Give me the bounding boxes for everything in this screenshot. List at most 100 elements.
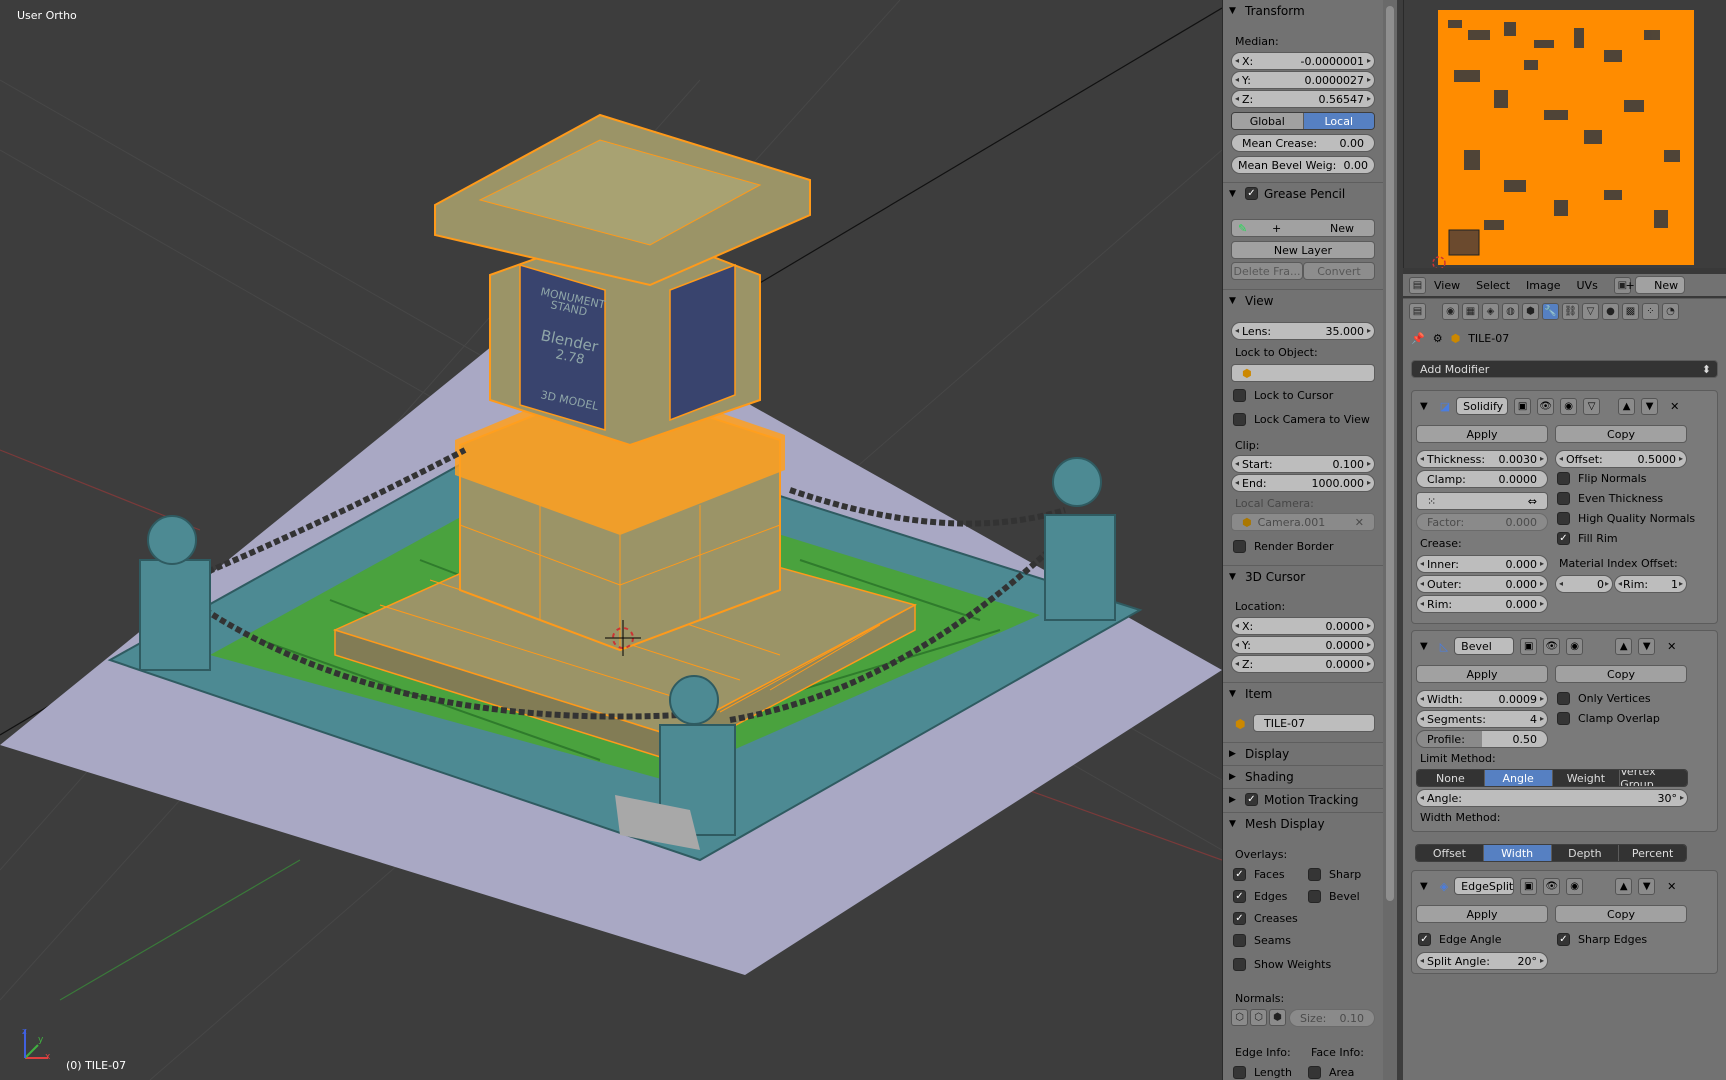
- uv-menu-uvs[interactable]: UVs: [1577, 279, 1598, 292]
- render-layers-tab-icon[interactable]: ▦: [1462, 303, 1479, 320]
- seams-checkbox[interactable]: Seams: [1233, 934, 1291, 947]
- lock-object-field[interactable]: ⬢: [1231, 364, 1375, 382]
- render-icon[interactable]: ◉: [1560, 397, 1578, 415]
- clear-icon[interactable]: ✕: [1355, 516, 1364, 529]
- faces-checkbox[interactable]: ✓ Faces: [1233, 868, 1285, 881]
- vertex-group-field[interactable]: ⁙ ⇔: [1416, 492, 1548, 510]
- texture-tab-icon[interactable]: ▩: [1622, 303, 1639, 320]
- n-panel-scrollbar[interactable]: [1383, 0, 1397, 1080]
- uv-menu-select[interactable]: Select: [1476, 279, 1510, 292]
- item-header[interactable]: ▼ Item: [1223, 682, 1385, 704]
- cursor-y-field[interactable]: ◂ Y: 0.0000 ▸: [1231, 636, 1375, 654]
- edit-mode-icon[interactable]: ▣: [1514, 397, 1532, 415]
- remove-modifier-icon[interactable]: ✕: [1667, 880, 1676, 893]
- render-icon[interactable]: ◉: [1566, 877, 1584, 895]
- limit-weight-button[interactable]: Weight: [1552, 770, 1621, 786]
- uv-map-preview[interactable]: [1404, 0, 1726, 270]
- creases-checkbox[interactable]: ✓ Creases: [1233, 912, 1298, 925]
- profile-slider[interactable]: Profile: 0.50: [1416, 730, 1548, 748]
- edges-checkbox[interactable]: ✓ Edges: [1233, 890, 1287, 903]
- transform-header[interactable]: ▼ Transform: [1223, 0, 1385, 22]
- segments-field[interactable]: ◂ Segments: 4 ▸: [1416, 710, 1548, 728]
- lock-camera-checkbox[interactable]: Lock Camera to View: [1233, 413, 1370, 426]
- clip-end-field[interactable]: ◂ End: 1000.000 ▸: [1231, 474, 1375, 492]
- physics-tab-icon[interactable]: ◔: [1662, 303, 1679, 320]
- object-tab-icon[interactable]: ⬢: [1522, 303, 1539, 320]
- delete-frame-button[interactable]: Delete Fra...: [1231, 262, 1303, 280]
- bevel-copy-button[interactable]: Copy: [1555, 665, 1687, 683]
- width-method-selector[interactable]: Offset Width Depth Percent: [1415, 844, 1687, 862]
- global-local-toggle[interactable]: Global Local: [1231, 112, 1375, 130]
- render-border-checkbox[interactable]: Render Border: [1233, 540, 1334, 553]
- grease-pencil-checkbox[interactable]: ✓: [1245, 187, 1258, 200]
- uv-menu-image[interactable]: Image: [1526, 279, 1560, 292]
- normals-size-field[interactable]: Size: 0.10: [1289, 1009, 1375, 1027]
- new-layer-button[interactable]: New Layer: [1231, 241, 1375, 259]
- material-tab-icon[interactable]: ●: [1602, 303, 1619, 320]
- show-weights-checkbox[interactable]: Show Weights: [1233, 958, 1331, 971]
- sharp-edges-checkbox[interactable]: ✓ Sharp Edges: [1557, 933, 1647, 946]
- mean-bevel-field[interactable]: Mean Bevel Weig: 0.00: [1231, 156, 1375, 174]
- grease-pencil-new-button[interactable]: ✎ + New: [1231, 219, 1375, 237]
- view-header[interactable]: ▼ View: [1223, 289, 1385, 311]
- move-up-icon[interactable]: ▲: [1615, 877, 1633, 895]
- move-up-icon[interactable]: ▲: [1615, 637, 1633, 655]
- local-button[interactable]: Local: [1303, 113, 1374, 129]
- limit-angle-button[interactable]: Angle: [1484, 770, 1553, 786]
- flip-normals-checkbox[interactable]: Flip Normals: [1557, 472, 1646, 485]
- factor-field[interactable]: Factor: 0.000: [1416, 513, 1548, 531]
- display-header[interactable]: ▶ Display: [1223, 742, 1385, 764]
- rim-crease-field[interactable]: ◂ Rim: 0.000 ▸: [1416, 595, 1548, 613]
- item-name-field[interactable]: TILE-07: [1253, 714, 1375, 732]
- local-camera-field[interactable]: ⬢ Camera.001 ✕: [1231, 513, 1375, 531]
- scene-render[interactable]: MONUMENT STAND Blender 2.78 3D MODEL: [0, 0, 1222, 1080]
- editor-type-icon[interactable]: ▤: [1409, 303, 1426, 320]
- pin-icon[interactable]: 📌: [1411, 332, 1425, 345]
- area-checkbox[interactable]: Area: [1308, 1066, 1354, 1079]
- particles-tab-icon[interactable]: ⁘: [1642, 303, 1659, 320]
- material-offset-field[interactable]: ◂ 0 ▸: [1555, 575, 1613, 593]
- render-icon[interactable]: ◉: [1566, 637, 1584, 655]
- inner-crease-field[interactable]: ◂ Inner: 0.000 ▸: [1416, 555, 1548, 573]
- add-modifier-dropdown[interactable]: Add Modifier ⬍: [1411, 360, 1718, 378]
- uv-new-image-button[interactable]: + New: [1625, 276, 1685, 294]
- move-up-icon[interactable]: ▲: [1618, 397, 1636, 415]
- bevel-angle-field[interactable]: ◂ Angle: 30° ▸: [1416, 789, 1688, 807]
- grease-pencil-header[interactable]: ▼ ✓ Grease Pencil: [1223, 182, 1385, 204]
- editor-type-icon[interactable]: ▤: [1409, 276, 1426, 294]
- edit-mode-icon[interactable]: ▣: [1520, 637, 1538, 655]
- constraints-tab-icon[interactable]: ⛓: [1562, 303, 1579, 320]
- move-down-icon[interactable]: ▼: [1638, 637, 1656, 655]
- mean-crease-field[interactable]: Mean Crease: 0.00: [1231, 134, 1375, 152]
- bevel-checkbox[interactable]: Bevel: [1308, 890, 1360, 903]
- width-percent-button[interactable]: Percent: [1619, 845, 1686, 861]
- remove-modifier-icon[interactable]: ✕: [1670, 400, 1679, 413]
- width-depth-button[interactable]: Depth: [1551, 845, 1620, 861]
- rim-material-field[interactable]: ◂ Rim: 1 ▸: [1614, 575, 1687, 593]
- median-x-field[interactable]: ◂ X: -0.0000001 ▸: [1231, 52, 1375, 70]
- lock-to-cursor-checkbox[interactable]: Lock to Cursor: [1233, 389, 1333, 402]
- convert-button[interactable]: Convert: [1303, 262, 1375, 280]
- median-z-field[interactable]: ◂ Z: 0.56547 ▸: [1231, 90, 1375, 108]
- clip-start-field[interactable]: ◂ Start: 0.100 ▸: [1231, 455, 1375, 473]
- cage-icon[interactable]: ▽: [1583, 397, 1601, 415]
- limit-vertex-group-button[interactable]: Vertex Group: [1620, 770, 1687, 786]
- cursor-x-field[interactable]: ◂ X: 0.0000 ▸: [1231, 617, 1375, 635]
- limit-method-selector[interactable]: None Angle Weight Vertex Group: [1416, 769, 1688, 787]
- move-down-icon[interactable]: ▼: [1641, 397, 1659, 415]
- edgesplit-apply-button[interactable]: Apply: [1416, 905, 1548, 923]
- edge-angle-checkbox[interactable]: ✓ Edge Angle: [1418, 933, 1501, 946]
- visibility-icon[interactable]: 👁: [1537, 397, 1555, 415]
- shading-header[interactable]: ▶ Shading: [1223, 765, 1385, 787]
- 3d-viewport[interactable]: MONUMENT STAND Blender 2.78 3D MODEL Use…: [0, 0, 1222, 1080]
- limit-none-button[interactable]: None: [1417, 770, 1485, 786]
- split-angle-field[interactable]: ◂ Split Angle: 20° ▸: [1416, 952, 1548, 970]
- uv-menu-view[interactable]: View: [1434, 279, 1460, 292]
- bevel-name-field[interactable]: Bevel: [1454, 637, 1515, 655]
- 3d-cursor-header[interactable]: ▼ 3D Cursor: [1223, 565, 1385, 587]
- edgesplit-name-field[interactable]: EdgeSplit: [1454, 877, 1515, 895]
- offset-field[interactable]: ◂ Offset: 0.5000 ▸: [1555, 450, 1687, 468]
- clamp-field[interactable]: Clamp: 0.0000: [1416, 470, 1548, 488]
- lens-field[interactable]: ◂ Lens: 35.000 ▸: [1231, 322, 1375, 340]
- solidify-name-field[interactable]: Solidify: [1456, 397, 1509, 415]
